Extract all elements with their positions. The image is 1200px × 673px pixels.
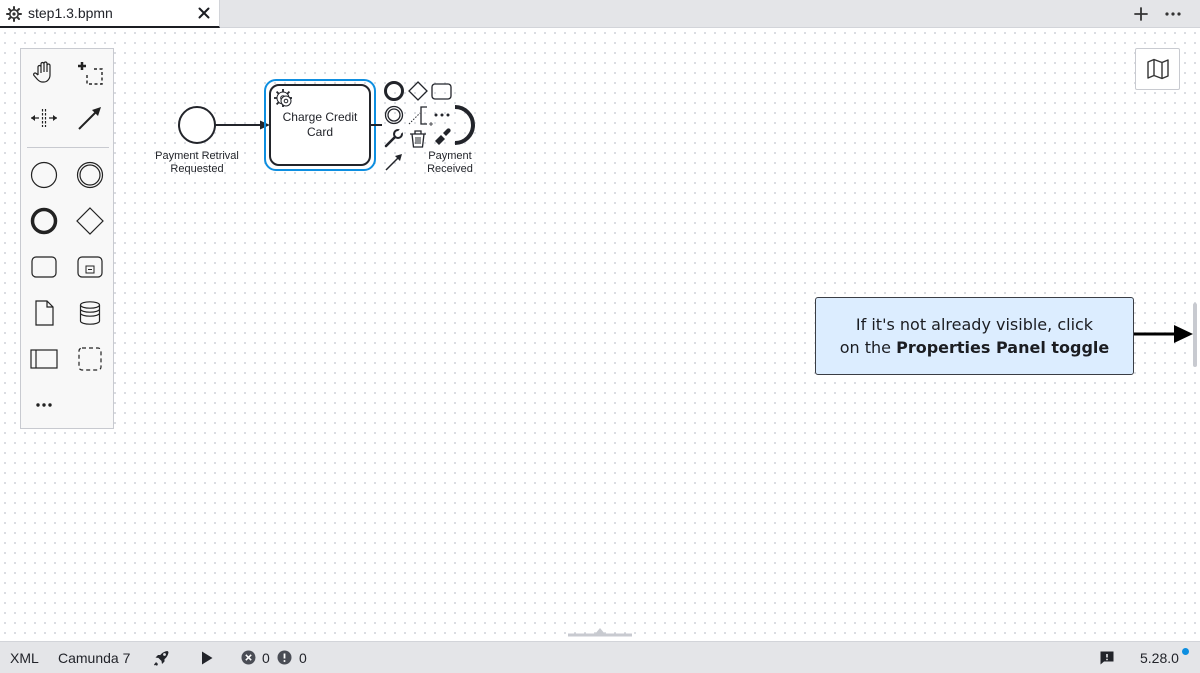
callout-line1: If it's not already visible, click <box>855 315 1094 334</box>
callout-line2-prefix: on the <box>839 338 897 357</box>
data-object-tool-icon[interactable] <box>27 296 61 330</box>
intermediate-event-tool-icon[interactable] <box>73 158 107 192</box>
end-event-label[interactable]: Payment Received <box>410 150 490 176</box>
minimap-toggle-button[interactable] <box>1135 48 1180 90</box>
error-count[interactable]: 0 <box>262 650 270 666</box>
warning-icon[interactable] <box>277 650 292 665</box>
tab-step1-3-bpmn[interactable]: step1.3.bpmn <box>0 0 220 28</box>
tutorial-callout: If it's not already visible, click on th… <box>815 297 1134 375</box>
map-icon <box>1147 58 1169 80</box>
more-options-icon[interactable] <box>1163 5 1183 23</box>
status-bar: XML Camunda 7 0 0 5.28.0 <box>0 641 1200 673</box>
palette-separator <box>27 147 109 148</box>
start-event-tool-icon[interactable] <box>27 158 61 192</box>
lasso-tool-icon[interactable] <box>73 55 107 89</box>
tool-palette <box>20 48 114 429</box>
warning-count[interactable]: 0 <box>299 650 307 666</box>
app-version[interactable]: 5.28.0 <box>1140 650 1179 666</box>
run-play-icon[interactable] <box>198 649 216 667</box>
feedback-icon[interactable] <box>1099 650 1115 666</box>
data-store-tool-icon[interactable] <box>73 296 107 330</box>
properties-panel-toggle[interactable] <box>1193 303 1197 367</box>
deploy-rocket-icon[interactable] <box>152 648 172 668</box>
start-event-label-line1: Payment Retrival <box>155 150 239 162</box>
xml-button[interactable]: XML <box>10 650 39 666</box>
task-label-line2: Card <box>306 125 333 139</box>
subprocess-tool-icon[interactable] <box>73 250 107 284</box>
more-tools-icon[interactable] <box>27 388 61 422</box>
end-event-tool-icon[interactable] <box>27 204 61 238</box>
task-tool-icon[interactable] <box>27 250 61 284</box>
add-tab-icon[interactable] <box>1132 5 1150 23</box>
engine-version-button[interactable]: Camunda 7 <box>58 650 130 666</box>
tab-title: step1.3.bpmn <box>28 5 113 21</box>
error-icon[interactable] <box>241 650 256 665</box>
start-event-label-line2: Requested <box>170 163 224 175</box>
tab-bar: step1.3.bpmn <box>0 0 1200 28</box>
end-event-label-line2: Received <box>427 163 473 175</box>
callout-line2: on the Properties Panel toggle <box>816 336 1133 359</box>
global-connect-tool-icon[interactable] <box>73 101 107 135</box>
task-label-line1: Charge Credit <box>282 110 358 124</box>
gear-icon <box>6 6 22 22</box>
hand-tool-icon[interactable] <box>27 55 61 89</box>
task-label: Charge Credit Card <box>270 110 370 140</box>
pool-tool-icon[interactable] <box>27 342 61 376</box>
group-tool-icon[interactable] <box>73 342 107 376</box>
gateway-tool-icon[interactable] <box>73 204 107 238</box>
end-event-label-line1: Payment <box>428 150 472 162</box>
close-icon[interactable] <box>196 5 212 21</box>
space-tool-icon[interactable] <box>27 101 61 135</box>
update-indicator-dot <box>1182 648 1189 655</box>
callout-highlight: Properties Panel toggle <box>896 338 1110 357</box>
start-event-label[interactable]: Payment Retrival Requested <box>147 150 247 176</box>
